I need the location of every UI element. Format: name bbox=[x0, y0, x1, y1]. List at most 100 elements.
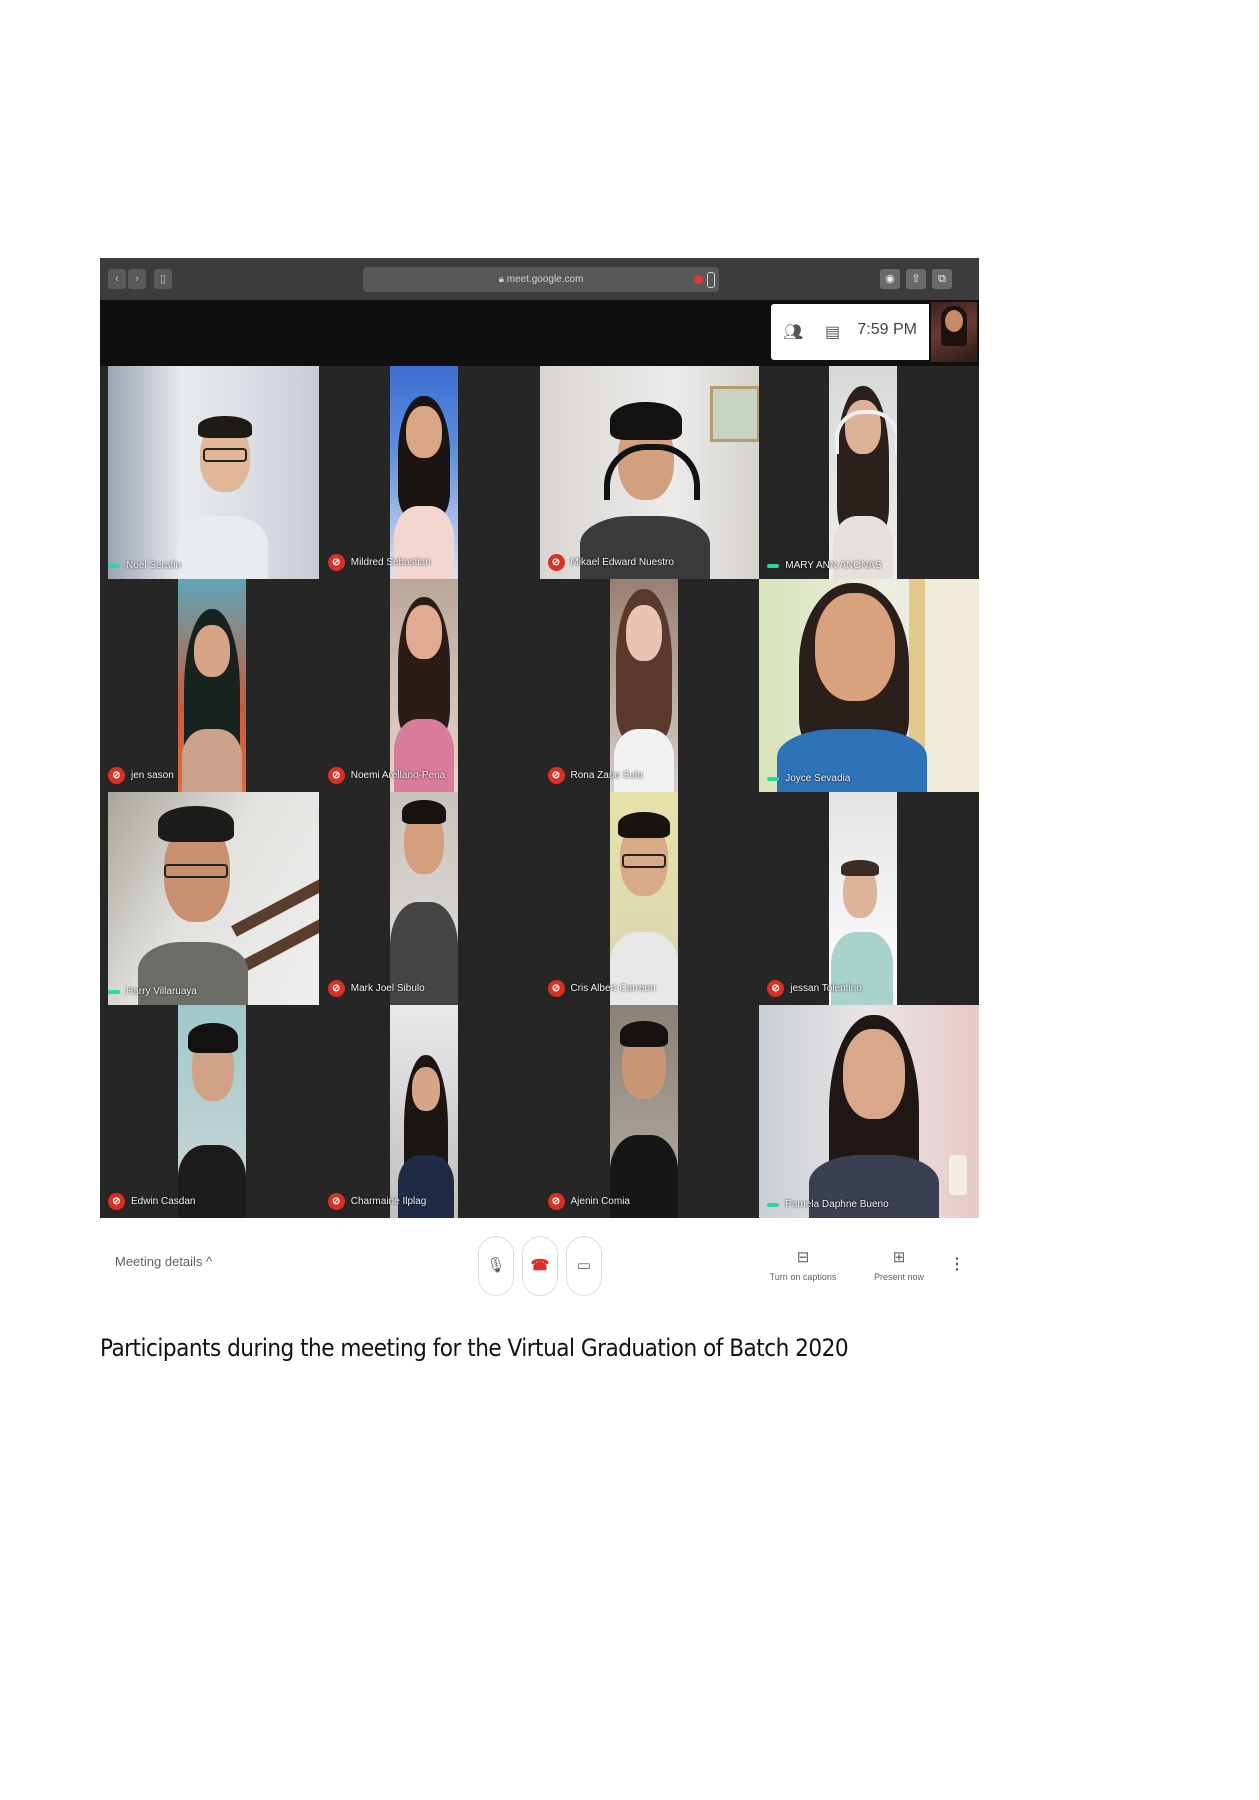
mic-off-icon: ⊘ bbox=[327, 554, 345, 571]
people-icon[interactable]: 👥︎ bbox=[783, 322, 803, 342]
url-bar[interactable]: 🔒︎ meet.google.com bbox=[363, 267, 719, 292]
captions-icon: ⊟ bbox=[796, 1249, 810, 1266]
more-options-icon[interactable]: ⋮ bbox=[949, 1254, 965, 1274]
participant-tile[interactable]: ⊘ jen sason bbox=[100, 579, 320, 792]
participant-video bbox=[759, 579, 979, 792]
participant-name-tag: ⊘ Edwin Casdan bbox=[108, 1193, 195, 1210]
participant-name-tag: Joyce Sevadia bbox=[767, 773, 850, 784]
back-icon[interactable]: ‹ bbox=[108, 269, 126, 289]
participant-name: Mildred Sebastian bbox=[350, 557, 431, 568]
participant-tile[interactable]: ⊘ jessan Tolentino bbox=[759, 792, 979, 1005]
share-icon[interactable]: ⇧ bbox=[906, 269, 926, 289]
extension-icon[interactable]: ◉ bbox=[880, 269, 900, 289]
participant-grid: Noel Serafin ⊘ Mildred Sebastian ⊘ Mikae… bbox=[100, 366, 979, 1218]
participant-tile[interactable]: ⊘ Cris Albert Carreon bbox=[539, 792, 760, 1005]
participant-name-tag: ⊘ jessan Tolentino bbox=[767, 980, 862, 997]
mic-on-icon bbox=[767, 1202, 780, 1207]
participant-tile[interactable]: ⊘ Mikael Edward Nuestro bbox=[539, 366, 760, 579]
figure-caption: Participants during the meeting for the … bbox=[100, 1334, 849, 1362]
participant-video bbox=[609, 1005, 678, 1218]
chat-icon[interactable]: ▤ bbox=[825, 322, 840, 342]
url-text: meet.google.com bbox=[506, 274, 584, 285]
participant-video bbox=[609, 792, 678, 1005]
mic-off-icon: ⊘ bbox=[327, 980, 345, 997]
present-button[interactable]: ⊞ Present now bbox=[854, 1248, 944, 1282]
participant-video bbox=[389, 792, 458, 1005]
mic-on-icon bbox=[767, 776, 780, 781]
mic-off-icon: ⊘ bbox=[547, 554, 565, 571]
participant-name-tag: ⊘ Rona Zarie Sula bbox=[547, 767, 643, 784]
hang-up-icon[interactable]: ☎︎ bbox=[522, 1236, 558, 1296]
mic-off-icon: ⊘ bbox=[547, 980, 565, 997]
participant-name: Mikael Edward Nuestro bbox=[570, 557, 674, 568]
participant-tile[interactable]: Joyce Sevadia bbox=[759, 579, 979, 792]
participant-video bbox=[108, 792, 319, 1005]
participant-tile[interactable]: ⊘ Edwin Casdan bbox=[100, 1005, 320, 1218]
self-view-thumbnail[interactable] bbox=[931, 302, 977, 362]
participant-name: MARY ANN ANONAS bbox=[785, 560, 882, 571]
participant-name: Mark Joel Sibulo bbox=[350, 983, 425, 994]
participant-video bbox=[178, 579, 246, 792]
participant-tile[interactable]: MARY ANN ANONAS bbox=[759, 366, 979, 579]
camera-icon[interactable]: ▭ bbox=[566, 1236, 602, 1296]
participant-tile[interactable]: ⊘ Rona Zarie Sula bbox=[539, 579, 760, 792]
participant-name-tag: MARY ANN ANONAS bbox=[767, 560, 882, 571]
participant-tile[interactable]: ⊘ Ajenin Comia bbox=[539, 1005, 760, 1218]
participant-tile[interactable]: Harry Villaruaya bbox=[100, 792, 320, 1005]
participant-name: Edwin Casdan bbox=[131, 1196, 196, 1207]
captions-button[interactable]: ⊟ Turn on captions bbox=[758, 1248, 848, 1282]
participant-name: jessan Tolentino bbox=[790, 983, 862, 994]
participant-video bbox=[178, 1005, 246, 1218]
participant-name: jen sason bbox=[131, 770, 174, 781]
top-panel: 👥︎ ▤ 7:59 PM bbox=[771, 304, 929, 360]
present-icon: ⊞ bbox=[892, 1249, 906, 1266]
mic-off-icon: ⊘ bbox=[547, 1193, 565, 1210]
participant-tile[interactable]: ⊘ Mildred Sebastian bbox=[319, 366, 540, 579]
mic-on-icon bbox=[108, 563, 120, 568]
participant-name: Joyce Sevadia bbox=[785, 773, 851, 784]
participant-name-tag: Noel Serafin bbox=[108, 560, 181, 571]
participant-video bbox=[539, 366, 760, 579]
participant-name: Harry Villaruaya bbox=[126, 986, 197, 997]
participant-name: Charmaine Ilplag bbox=[350, 1196, 427, 1207]
participant-video bbox=[108, 366, 319, 579]
sidebar-icon[interactable]: ▯ bbox=[154, 269, 172, 289]
captions-label: Turn on captions bbox=[769, 1272, 837, 1282]
meet-screenshot: ‹ › ▯ 🔒︎ meet.google.com ◉ ⇧ ⧉ 👥︎ ▤ 7:59… bbox=[100, 258, 979, 1306]
mic-off-icon: ⊘ bbox=[327, 767, 345, 784]
participant-video bbox=[389, 579, 458, 792]
participant-video bbox=[829, 366, 898, 579]
mic-off-icon: ⊘ bbox=[767, 980, 785, 997]
participant-name-tag: ⊘ Ajenin Comia bbox=[547, 1193, 630, 1210]
participant-name: Cris Albert Carreon bbox=[570, 983, 656, 994]
mic-icon[interactable]: 🎙︎ bbox=[478, 1236, 514, 1296]
participant-name-tag: ⊘ Noemi Arellano-Pena bbox=[327, 767, 446, 784]
participant-video bbox=[609, 579, 678, 792]
participant-name-tag: ⊘ Cris Albert Carreon bbox=[547, 980, 656, 997]
meeting-controls: Meeting details ^ 🎙︎ ☎︎ ▭ ⊟ Turn on capt… bbox=[100, 1218, 979, 1306]
participant-name: Noemi Arellano-Pena bbox=[350, 770, 446, 781]
participant-name-tag: ⊘ Mildred Sebastian bbox=[327, 554, 431, 571]
mic-on-icon bbox=[108, 989, 120, 994]
tabs-icon[interactable]: ⧉ bbox=[932, 269, 952, 289]
meeting-details-button[interactable]: Meeting details ^ bbox=[115, 1254, 212, 1269]
participant-name: Noel Serafin bbox=[126, 560, 182, 571]
participant-name: Pamela Daphne Bueno bbox=[785, 1199, 889, 1210]
participant-name-tag: Harry Villaruaya bbox=[108, 986, 197, 997]
participant-tile[interactable]: ⊘ Noemi Arellano-Pena bbox=[319, 579, 540, 792]
participant-tile[interactable]: Noel Serafin bbox=[100, 366, 320, 579]
forward-icon[interactable]: › bbox=[128, 269, 146, 289]
mic-off-icon: ⊘ bbox=[547, 767, 565, 784]
browser-chrome: ‹ › ▯ 🔒︎ meet.google.com ◉ ⇧ ⧉ bbox=[100, 258, 979, 300]
participant-tile[interactable]: Pamela Daphne Bueno bbox=[759, 1005, 979, 1218]
mic-on-icon bbox=[767, 563, 780, 568]
participant-tile[interactable]: ⊘ Mark Joel Sibulo bbox=[319, 792, 540, 1005]
participant-name-tag: ⊘ jen sason bbox=[108, 767, 174, 784]
participant-name-tag: ⊘ Mikael Edward Nuestro bbox=[547, 554, 674, 571]
participant-name-tag: Pamela Daphne Bueno bbox=[767, 1199, 889, 1210]
recording-icon bbox=[694, 275, 703, 284]
mic-indicator-icon bbox=[707, 272, 715, 288]
participant-video bbox=[389, 366, 458, 579]
participant-tile[interactable]: ⊘ Charmaine Ilplag bbox=[319, 1005, 540, 1218]
participant-name-tag: ⊘ Mark Joel Sibulo bbox=[327, 980, 425, 997]
